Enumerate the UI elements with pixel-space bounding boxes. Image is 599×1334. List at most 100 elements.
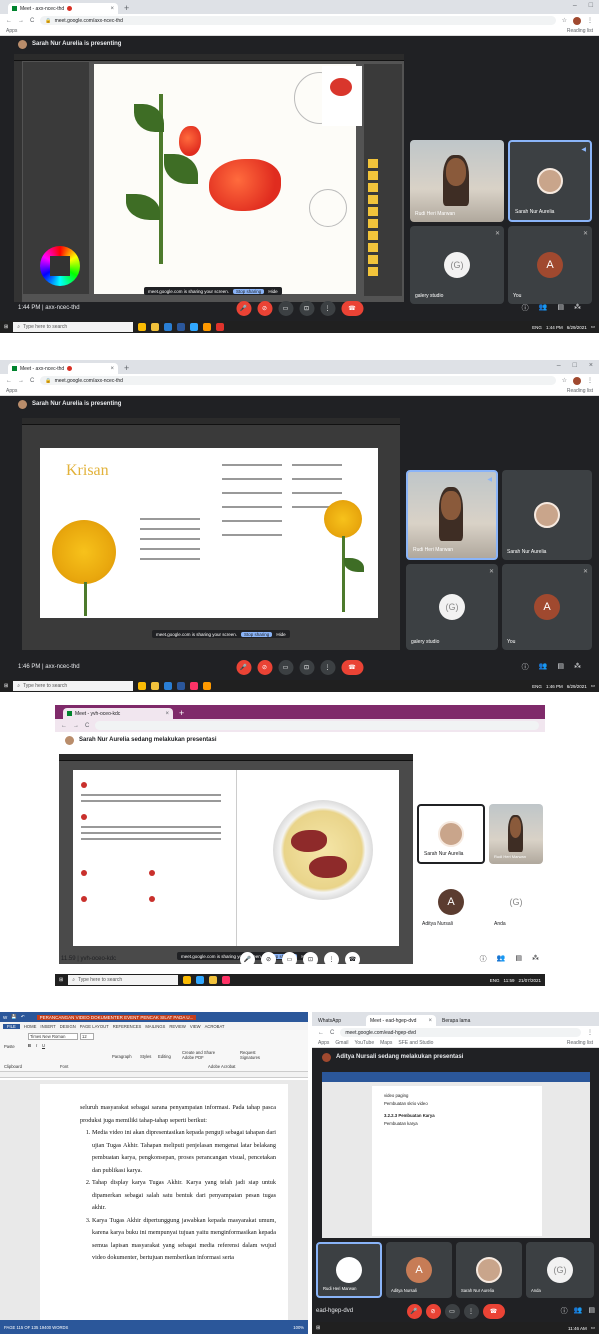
chrome-app-icon[interactable]	[138, 682, 147, 690]
activities-icon[interactable]: ⁂	[574, 303, 581, 313]
illustrator-app-icon[interactable]	[203, 323, 212, 331]
forward-icon[interactable]: →	[18, 18, 24, 24]
url-field[interactable]	[95, 721, 539, 730]
save-icon[interactable]: 💾	[11, 1014, 17, 1020]
photoshop-app-icon[interactable]	[190, 323, 199, 331]
browser-tab-meet[interactable]: Meet - axx-ncec-thd ×	[8, 363, 118, 374]
new-tab-button[interactable]: +	[118, 363, 135, 374]
end-call-button[interactable]: ☎	[345, 951, 360, 967]
bookmark-gmail[interactable]: Gmail	[335, 1040, 348, 1046]
ribbon-tab-references[interactable]: REFERENCES	[113, 1024, 142, 1029]
ribbon-tab-design[interactable]: DESIGN	[60, 1024, 76, 1029]
layout-spread[interactable]: Krisan	[40, 448, 378, 618]
font-name-select[interactable]: Times New Roman	[28, 1033, 78, 1040]
request-signatures-button[interactable]: Request Signatures	[240, 1050, 270, 1060]
explorer-app-icon[interactable]	[151, 682, 160, 690]
drawing-canvas[interactable]	[94, 64, 356, 294]
stop-sharing-button[interactable]: Stop sharing	[241, 631, 273, 637]
reading-list[interactable]: Reading list	[567, 388, 593, 394]
styles-button[interactable]: Styles	[140, 1054, 151, 1059]
bookmark-apps[interactable]: Apps	[6, 388, 17, 394]
reload-icon[interactable]: C	[85, 723, 89, 729]
reload-icon[interactable]: C	[30, 18, 34, 24]
people-icon[interactable]: 👥	[497, 954, 506, 964]
tile-rudi[interactable]: Rudi Heri Marwan	[316, 1242, 382, 1298]
hide-button[interactable]: Hide	[276, 632, 285, 637]
people-icon[interactable]: 👥	[539, 662, 548, 672]
back-icon[interactable]: ←	[6, 18, 12, 24]
people-icon[interactable]: 👥	[539, 303, 548, 313]
camera-button[interactable]: ⊘	[425, 1303, 441, 1319]
paint-app-icon[interactable]	[164, 323, 173, 331]
chat-icon[interactable]: ▤	[557, 662, 564, 672]
windows-start-icon[interactable]: ⊞	[59, 977, 63, 983]
minimize-icon[interactable]: –	[557, 362, 561, 369]
menu-icon[interactable]: ⋮	[587, 17, 593, 24]
menu-icon[interactable]: ⋮	[587, 1029, 593, 1036]
maximize-icon[interactable]: □	[573, 362, 577, 369]
forward-icon[interactable]: →	[18, 378, 24, 384]
paint-app-icon[interactable]	[164, 682, 173, 690]
ribbon-tab-page-layout[interactable]: PAGE LAYOUT	[80, 1024, 109, 1029]
bookmark-apps[interactable]: Apps	[318, 1040, 329, 1046]
windows-start-icon[interactable]: ⊞	[4, 683, 8, 689]
new-tab-button[interactable]: +	[118, 3, 135, 14]
ribbon-tab-view[interactable]: VIEW	[190, 1024, 201, 1029]
url-field[interactable]: meet.google.com/ead-hgep-dvd	[340, 1028, 581, 1037]
ribbon-tab-review[interactable]: REVIEW	[169, 1024, 186, 1029]
tile-aditya[interactable]: A Aditya Nursali	[417, 872, 485, 932]
bold-button[interactable]: B	[28, 1043, 31, 1048]
indesign-app-icon[interactable]	[222, 976, 231, 984]
activities-icon[interactable]: ⁂	[532, 954, 539, 964]
info-icon[interactable]: ⓘ	[522, 662, 529, 672]
more-options-button[interactable]: ⋮	[463, 1303, 479, 1319]
paste-button[interactable]: Paste	[4, 1044, 15, 1049]
present-button[interactable]: ⊡	[299, 300, 314, 316]
menu-icon[interactable]: ⋮	[587, 377, 593, 384]
star-icon[interactable]: ☆	[562, 17, 567, 24]
tile-you[interactable]: A ✕ You	[502, 564, 592, 650]
notification-icon[interactable]: ▭	[591, 324, 595, 330]
reload-icon[interactable]: C	[30, 378, 34, 384]
taskbar-search[interactable]: ⌕ Type here to search	[68, 975, 179, 985]
star-icon[interactable]: ☆	[562, 377, 567, 384]
camera-button[interactable]: ⊘	[261, 951, 276, 967]
maximize-icon[interactable]: □	[589, 2, 593, 9]
illustrator-app-icon[interactable]	[203, 682, 212, 690]
tile-sarah[interactable]: Sarah Nur Aurelia	[456, 1242, 522, 1298]
layout-spread[interactable]	[73, 770, 399, 946]
mic-button[interactable]: 🎤	[236, 659, 251, 675]
editing-button[interactable]: Editing	[158, 1054, 171, 1059]
tile-sarah[interactable]: Sarah Nur Aurelia	[502, 470, 592, 560]
close-tab-icon[interactable]: ×	[110, 366, 114, 372]
info-icon[interactable]: ⓘ	[480, 954, 487, 964]
ribbon-tab-file[interactable]: FILE	[3, 1023, 20, 1029]
info-icon[interactable]: ⓘ	[561, 1306, 568, 1316]
chat-icon[interactable]: ▤	[557, 303, 564, 313]
forward-icon[interactable]: →	[73, 723, 79, 729]
profile-avatar[interactable]	[573, 376, 581, 385]
bookmark-maps[interactable]: Maps	[380, 1040, 392, 1046]
new-tab-button[interactable]: +	[173, 708, 190, 719]
explorer-app-icon[interactable]	[151, 323, 160, 331]
back-icon[interactable]: ←	[318, 1030, 324, 1036]
chat-icon[interactable]: ▤	[515, 954, 522, 964]
url-field[interactable]: 🔒 meet.google.com/axx-ncec-thd	[40, 376, 556, 385]
present-button[interactable]: ⊡	[299, 659, 314, 675]
document-page[interactable]: seluruh masyarakat sebagai sarana penyam…	[40, 1084, 288, 1320]
back-icon[interactable]: ←	[61, 723, 67, 729]
captions-button[interactable]: ▭	[278, 300, 293, 316]
photoshop-app-icon[interactable]	[196, 976, 205, 984]
ribbon-tab-mailings[interactable]: MAILINGS	[145, 1024, 165, 1029]
tile-rudi[interactable]: ◀ Rudi Heri Marwan	[406, 470, 498, 560]
paragraph-button[interactable]: Paragraph	[112, 1054, 132, 1059]
tile-galery[interactable]: (G) ✕ galery studio	[410, 226, 504, 304]
acrobat-app-icon[interactable]	[216, 323, 225, 331]
tile-rudi[interactable]: Rudi Heri Marwan	[410, 140, 504, 222]
underline-button[interactable]: U	[42, 1043, 45, 1048]
end-call-button[interactable]: ☎	[341, 659, 363, 675]
end-call-button[interactable]: ☎	[482, 1303, 505, 1319]
close-tab-icon[interactable]: ×	[110, 6, 114, 12]
back-icon[interactable]: ←	[6, 378, 12, 384]
word-app-icon[interactable]	[177, 323, 186, 331]
